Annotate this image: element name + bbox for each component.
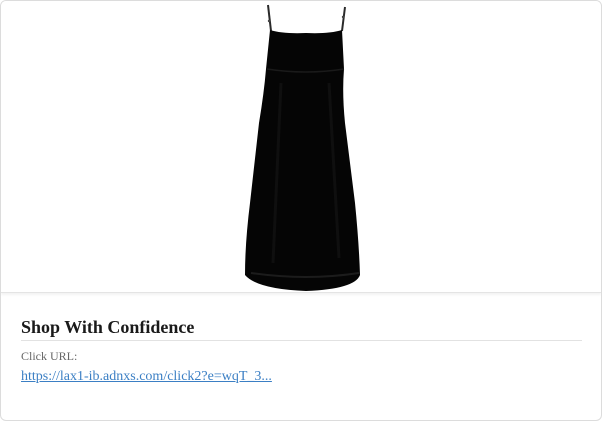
ad-title: Shop With Confidence <box>21 314 582 341</box>
product-image-area[interactable] <box>1 1 601 293</box>
ad-details: Shop With Confidence Click URL: https://… <box>21 314 582 386</box>
ad-preview-card: Shop With Confidence Click URL: https://… <box>0 0 602 421</box>
click-url-label: Click URL: <box>21 349 78 363</box>
click-url-link[interactable]: https://lax1-ib.adnxs.com/click2?e=wqT_3… <box>21 368 272 386</box>
dress-image[interactable] <box>231 3 371 293</box>
